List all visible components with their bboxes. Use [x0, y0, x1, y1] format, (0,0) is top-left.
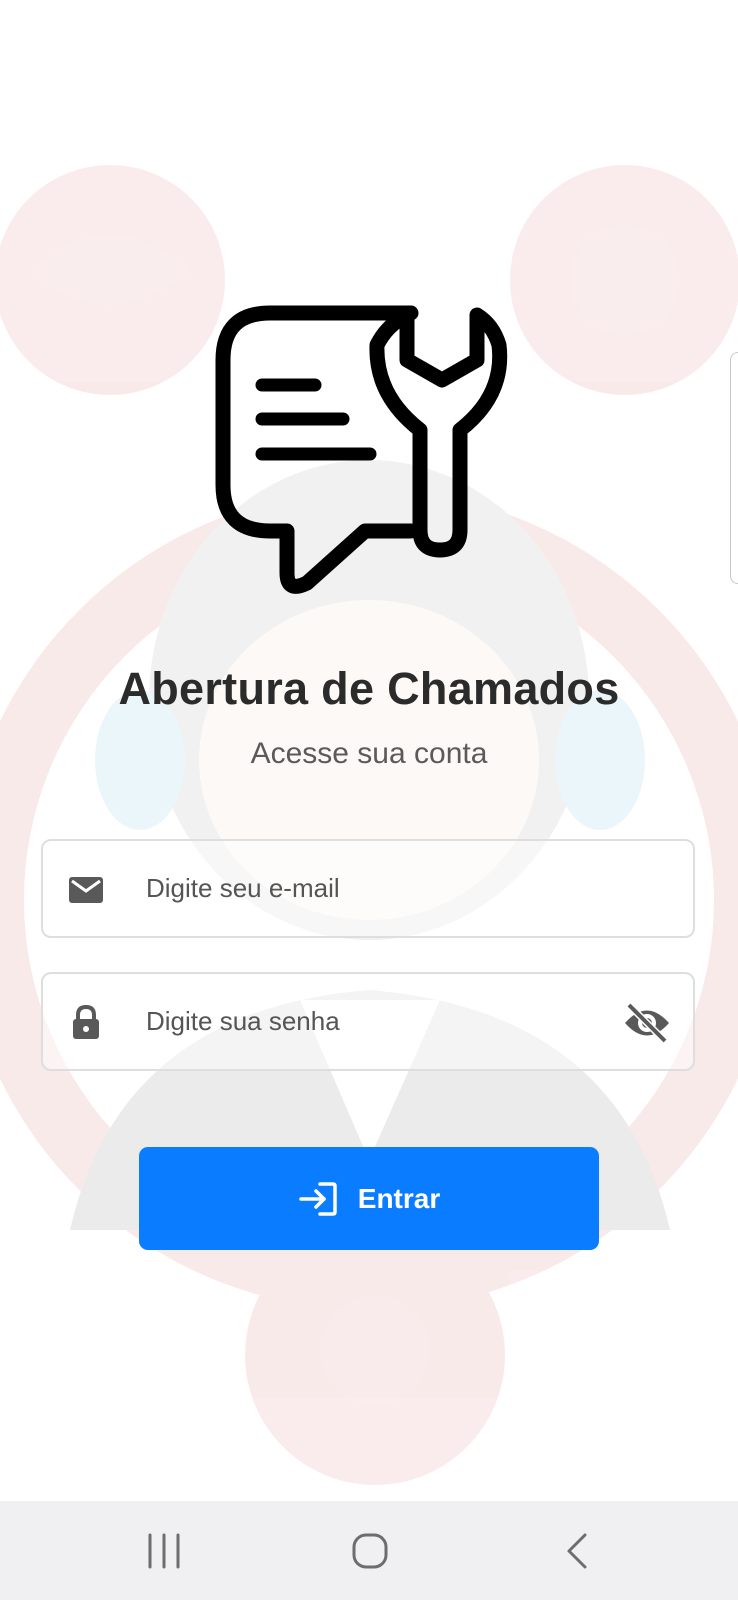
login-button[interactable]: Entrar: [139, 1147, 599, 1250]
email-field[interactable]: Digite seu e-mail: [41, 839, 695, 938]
page-title: Abertura de Chamados: [118, 663, 620, 714]
background-illustration: [0, 165, 738, 1485]
eye-off-icon[interactable]: [623, 1002, 671, 1044]
system-navigation-bar: [0, 1501, 738, 1600]
back-icon[interactable]: [549, 1523, 605, 1579]
recent-apps-icon[interactable]: [136, 1523, 192, 1579]
home-icon[interactable]: [342, 1523, 398, 1579]
login-icon: [299, 1181, 337, 1216]
page-subtitle: Acesse sua conta: [250, 737, 488, 770]
support-chat-wrench-logo: [215, 305, 508, 594]
scroll-edge-indicator: [730, 352, 738, 584]
login-button-label: Entrar: [357, 1182, 441, 1214]
password-field[interactable]: Digite sua senha: [41, 972, 695, 1071]
